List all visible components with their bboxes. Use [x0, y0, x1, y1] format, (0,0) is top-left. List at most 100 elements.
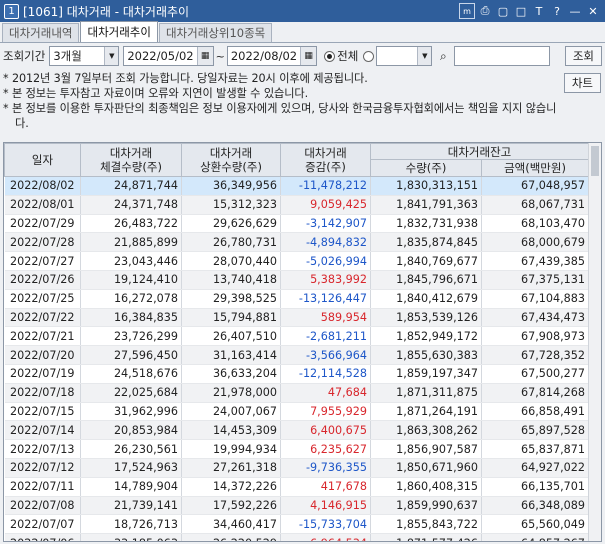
table-cell: 2022/07/15	[4, 402, 81, 422]
notice-line: * 본 정보를 이용한 투자판단의 최종책임은 정보 이용자에게 있으며, 당사…	[3, 102, 557, 130]
table-row[interactable]: 2022/07/28 21,885,899 26,780,731 -4,894,832…	[4, 232, 590, 253]
table-cell: 36,633,204	[181, 364, 281, 384]
tab-0[interactable]: 대차거래내역	[2, 23, 80, 42]
title-button-icon[interactable]: ?	[549, 3, 565, 19]
table-cell: 2022/07/14	[4, 420, 81, 441]
vertical-scrollbar[interactable]	[588, 143, 601, 541]
table-cell: -11,478,212	[280, 176, 371, 196]
table-cell: 14,453,309	[181, 420, 281, 441]
table-row[interactable]: 2022/07/26 19,124,410 13,740,418 5,383,992 1…	[4, 270, 590, 290]
table-cell: -4,894,832	[280, 232, 371, 253]
calendar-icon[interactable]: ▦	[196, 47, 213, 65]
stock-name-input[interactable]	[454, 46, 551, 66]
table-cell: 15,312,323	[181, 195, 281, 215]
table-cell: 13,740,418	[181, 270, 281, 290]
table-cell: 2022/07/08	[4, 496, 81, 516]
col-header-date[interactable]: 일자	[4, 143, 81, 177]
col-header-change[interactable]: 대차거래 증감(주)	[280, 143, 371, 177]
title-button-icon[interactable]: □	[513, 3, 529, 19]
title-button-icon[interactable]: m	[459, 3, 475, 19]
table-cell: 22,025,684	[80, 383, 182, 403]
tab-2[interactable]: 대차거래상위10종목	[158, 23, 273, 42]
period-select[interactable]: 3개월 ▼	[49, 46, 120, 66]
title-button-icon[interactable]: ⎙	[477, 3, 493, 19]
window-number-icon: 1	[4, 3, 19, 19]
table-row[interactable]: 2022/07/08 21,739,141 17,592,226 4,146,915 1…	[4, 496, 590, 516]
scroll-thumb[interactable]	[591, 146, 599, 176]
table-cell: 2022/07/18	[4, 383, 81, 403]
table-cell: 2022/07/26	[4, 270, 81, 290]
table-cell: 9,059,425	[280, 195, 371, 215]
table-row[interactable]: 2022/07/11 14,789,904 14,372,226 417,678 1,8…	[4, 477, 590, 497]
table-row[interactable]: 2022/08/01 24,371,748 15,312,323 9,059,425 1…	[4, 195, 590, 215]
table-cell: 1,871,311,875	[370, 383, 482, 403]
table-cell: -3,566,964	[280, 345, 371, 365]
col-header-settle[interactable]: 대차거래 체결수량(주)	[80, 143, 182, 177]
table-cell: -9,736,355	[280, 458, 371, 478]
table-cell: 31,163,414	[181, 345, 281, 365]
title-button-icon[interactable]: T	[531, 3, 547, 19]
table-cell: 2022/07/19	[4, 364, 81, 384]
chevron-down-icon[interactable]: ▼	[104, 47, 119, 65]
table-row[interactable]: 2022/08/02 24,871,744 36,349,956 -11,478,21…	[4, 176, 590, 196]
table-cell: 36,349,956	[181, 176, 281, 196]
radio-all[interactable]: 전체	[324, 48, 358, 64]
table-cell: 24,007,067	[181, 402, 281, 422]
col-header-qty[interactable]: 수량(주)	[370, 159, 482, 177]
table-cell: 6,964,534	[280, 533, 371, 541]
table-row[interactable]: 2022/07/18 22,025,684 21,978,000 47,684 1,87…	[4, 383, 590, 403]
radio-unselected-icon[interactable]	[363, 50, 375, 62]
table-cell: 1,859,990,637	[370, 496, 482, 516]
table-cell: 21,978,000	[181, 383, 281, 403]
radio-stock[interactable]	[363, 50, 375, 62]
table-cell: 14,372,226	[181, 477, 281, 497]
radio-selected-icon[interactable]	[324, 50, 336, 62]
table-row[interactable]: 2022/07/12 17,524,963 27,261,318 -9,736,355…	[4, 458, 590, 478]
table-cell: 26,230,561	[80, 439, 182, 459]
table-cell: 21,885,899	[80, 232, 182, 253]
table-cell: 2022/08/01	[4, 195, 81, 215]
table-row[interactable]: 2022/07/27 23,043,446 28,070,440 -5,026,994…	[4, 251, 590, 271]
table-cell: 17,592,226	[181, 496, 281, 516]
title-button-icon[interactable]: ▢	[495, 3, 511, 19]
table-cell: 19,124,410	[80, 270, 182, 290]
stock-select[interactable]: ▼	[376, 46, 433, 66]
table-row[interactable]: 2022/07/20 27,596,450 31,163,414 -3,566,964…	[4, 345, 590, 365]
table-row[interactable]: 2022/07/13 26,230,561 19,994,934 6,235,627 1…	[4, 439, 590, 459]
col-header-amount[interactable]: 금액(백만원)	[480, 159, 590, 177]
tab-bar: 대차거래내역 대차거래추이 대차거래상위10종목	[0, 21, 605, 43]
table-cell: 67,048,957	[481, 176, 590, 196]
table-row[interactable]: 2022/07/25 16,272,078 29,398,525 -13,126,44…	[4, 289, 590, 309]
table-cell: 64,857,267	[481, 533, 590, 541]
col-header-repay[interactable]: 대차거래 상환수량(주)	[181, 143, 281, 177]
calendar-icon[interactable]: ▦	[300, 47, 317, 65]
table-row[interactable]: 2022/07/19 24,518,676 36,633,204 -12,114,52…	[4, 364, 590, 384]
table-row[interactable]: 2022/07/14 20,853,984 14,453,309 6,400,675 1…	[4, 420, 590, 441]
table-cell: 2022/07/25	[4, 289, 81, 309]
table-cell: 33,185,063	[80, 533, 182, 541]
search-icon[interactable]: ⌕	[434, 46, 452, 66]
table-cell: 1,841,791,363	[370, 195, 482, 215]
date-from-value: 2022/05/02	[127, 49, 194, 63]
table-cell: 2022/07/21	[4, 326, 81, 347]
table-row[interactable]: 2022/07/07 18,726,713 34,460,417 -15,733,70…	[4, 514, 590, 535]
chevron-down-icon[interactable]: ▼	[417, 47, 432, 65]
table-cell: -2,681,211	[280, 326, 371, 347]
date-from-field[interactable]: 2022/05/02 ▦	[123, 46, 214, 66]
table-cell: 29,626,629	[181, 214, 281, 234]
table-row[interactable]: 2022/07/15 31,962,996 24,007,067 7,955,929 1…	[4, 402, 590, 422]
table-row[interactable]: 2022/07/0633,185,06326,220,5296,964,5341…	[4, 533, 590, 541]
table-cell: 64,927,022	[481, 458, 590, 478]
table-row[interactable]: 2022/07/22 16,384,835 15,794,881 589,954 1,8…	[4, 308, 590, 328]
chart-button[interactable]: 차트	[563, 73, 601, 93]
query-button[interactable]: 조회	[564, 46, 602, 66]
table-row[interactable]: 2022/07/21 23,726,299 26,407,510 -2,681,211…	[4, 326, 590, 347]
table-row[interactable]: 2022/07/29 26,483,722 29,626,629 -3,142,907…	[4, 214, 590, 234]
title-button-icon[interactable]: ✕	[585, 3, 601, 19]
tab-1[interactable]: 대차거래추이	[80, 21, 158, 42]
date-to-field[interactable]: 2022/08/02 ▦	[226, 46, 318, 66]
table-cell: 1,832,731,938	[370, 214, 482, 234]
table-cell: 67,104,883	[481, 289, 590, 309]
table-cell: 19,994,934	[181, 439, 281, 459]
title-button-icon[interactable]: —	[567, 3, 583, 19]
